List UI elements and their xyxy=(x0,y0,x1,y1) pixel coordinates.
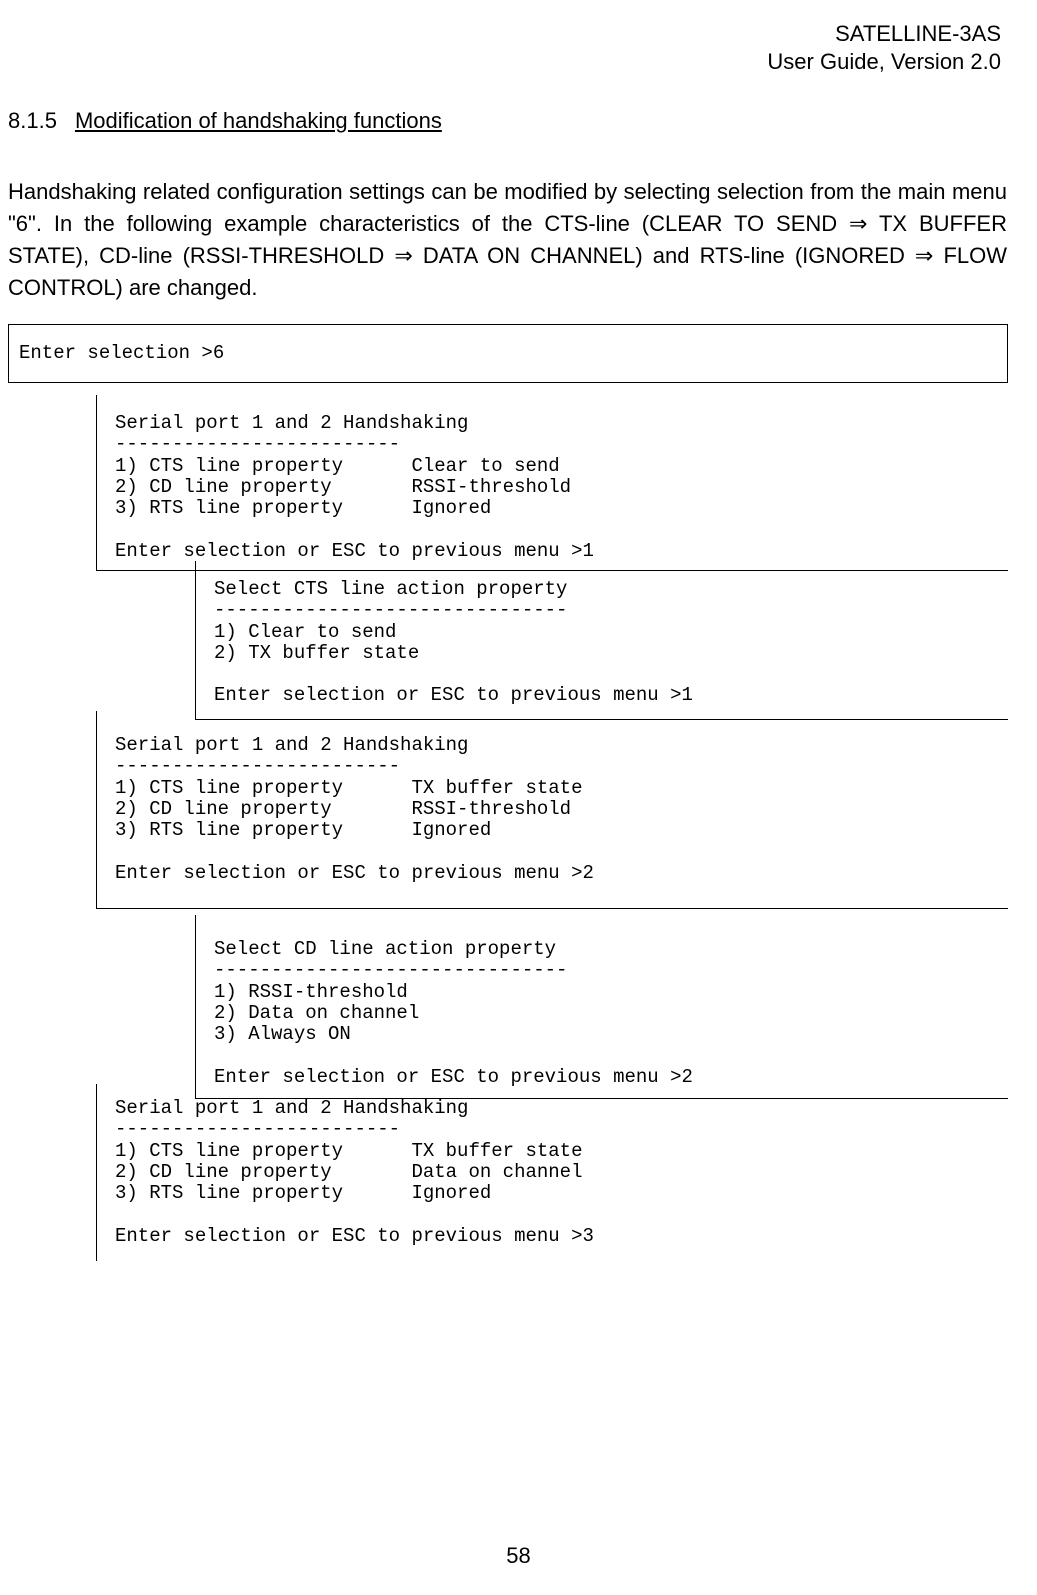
terminal-text: Serial port 1 and 2 Handshaking --------… xyxy=(115,734,594,884)
intro-paragraph: Handshaking related configuration settin… xyxy=(8,176,1007,304)
intro-text: Handshaking related configuration settin… xyxy=(8,179,1007,300)
page-header: SATELLINE-3AS User Guide, Version 2.0 xyxy=(767,20,1001,75)
terminal-text: Select CTS line action property --------… xyxy=(214,578,693,706)
terminal-box-cd-select: Select CD line action property ---------… xyxy=(195,915,1008,1099)
section-title: Modification of handshaking functions xyxy=(75,108,442,133)
section-heading: 8.1.5 Modification of handshaking functio… xyxy=(8,108,442,134)
terminal-text: Serial port 1 and 2 Handshaking --------… xyxy=(115,412,594,562)
terminal-box-enter-6: Enter selection >6 xyxy=(8,324,1008,383)
header-product: SATELLINE-3AS xyxy=(767,20,1001,48)
page-number: 58 xyxy=(0,1543,1037,1569)
terminal-box-cts-select: Select CTS line action property --------… xyxy=(195,561,1008,720)
header-guide: User Guide, Version 2.0 xyxy=(767,48,1001,76)
terminal-box-handshaking-3: Serial port 1 and 2 Handshaking --------… xyxy=(96,1084,1008,1261)
terminal-text: Serial port 1 and 2 Handshaking --------… xyxy=(115,1097,594,1247)
terminal-box-handshaking-2: Serial port 1 and 2 Handshaking --------… xyxy=(96,711,1008,909)
document-page: SATELLINE-3AS User Guide, Version 2.0 8.… xyxy=(0,0,1037,1595)
terminal-text: Enter selection >6 xyxy=(19,342,224,364)
terminal-box-handshaking-1: Serial port 1 and 2 Handshaking --------… xyxy=(96,395,1008,571)
section-number: 8.1.5 xyxy=(8,108,57,133)
terminal-text: Select CD line action property ---------… xyxy=(214,938,693,1088)
